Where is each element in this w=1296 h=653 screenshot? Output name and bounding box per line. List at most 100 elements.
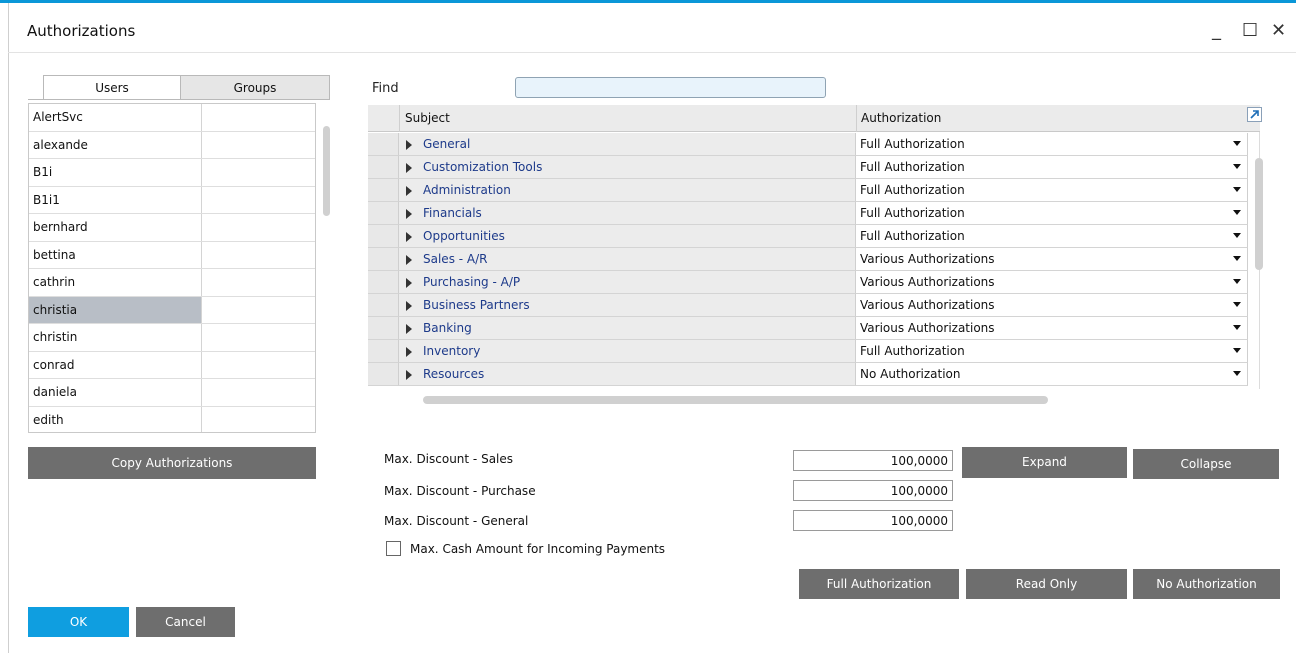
user-row[interactable]: cathrin (29, 269, 315, 297)
copy-authorizations-button[interactable]: Copy Authorizations (28, 447, 316, 479)
expand-arrow-icon[interactable] (406, 186, 412, 196)
authorization-dropdown[interactable]: Various Authorizations (856, 317, 1248, 340)
tab-users[interactable]: Users (43, 75, 181, 100)
dropdown-arrow-icon[interactable] (1233, 187, 1241, 192)
dropdown-arrow-icon[interactable] (1233, 371, 1241, 376)
find-input[interactable] (515, 77, 826, 98)
user-row[interactable]: christin (29, 324, 315, 352)
minimize-icon[interactable]: _ (1212, 22, 1221, 40)
expand-arrow-icon[interactable] (406, 324, 412, 334)
row-gutter[interactable] (368, 340, 399, 363)
expand-arrow-icon[interactable] (406, 278, 412, 288)
column-header-authorization[interactable]: Authorization (861, 111, 941, 125)
dropdown-arrow-icon[interactable] (1233, 325, 1241, 330)
maximize-icon[interactable]: ☐ (1242, 22, 1258, 40)
full-authorization-button[interactable]: Full Authorization (799, 569, 959, 599)
subject-cell[interactable]: Opportunities (399, 225, 856, 248)
user-row[interactable]: christia (29, 296, 315, 324)
no-authorization-button[interactable]: No Authorization (1133, 569, 1280, 599)
user-row[interactable]: bettina (29, 241, 315, 269)
user-row[interactable]: B1i (29, 159, 315, 187)
title-divider (8, 52, 1296, 53)
authorization-dropdown[interactable]: Various Authorizations (856, 294, 1248, 317)
row-gutter[interactable] (368, 317, 399, 340)
subject-cell[interactable]: Sales - A/R (399, 248, 856, 271)
user-row[interactable]: conrad (29, 351, 315, 379)
authorization-dropdown[interactable]: Various Authorizations (856, 271, 1248, 294)
expand-arrow-icon[interactable] (406, 209, 412, 219)
dropdown-arrow-icon[interactable] (1233, 348, 1241, 353)
subject-cell[interactable]: Administration (399, 179, 856, 202)
cash-amount-checkbox[interactable] (386, 541, 401, 556)
read-only-button[interactable]: Read Only (966, 569, 1127, 599)
user-row[interactable]: B1i1 (29, 186, 315, 214)
authorization-dropdown[interactable]: Various Authorizations (856, 248, 1248, 271)
expand-arrow-icon[interactable] (406, 370, 412, 380)
subject-cell[interactable]: Banking (399, 317, 856, 340)
grid-header-divider (399, 105, 400, 132)
authorization-dropdown[interactable]: Full Authorization (856, 202, 1248, 225)
max-discount-purchase-input[interactable]: 100,0000 (793, 480, 953, 501)
dropdown-arrow-icon[interactable] (1233, 210, 1241, 215)
collapse-button[interactable]: Collapse (1133, 449, 1279, 479)
dropdown-arrow-icon[interactable] (1233, 279, 1241, 284)
tab-groups[interactable]: Groups (180, 75, 330, 100)
row-gutter[interactable] (368, 133, 399, 156)
cash-amount-label: Max. Cash Amount for Incoming Payments (410, 542, 666, 556)
row-gutter[interactable] (368, 271, 399, 294)
ok-button[interactable]: OK (28, 607, 129, 637)
user-row[interactable]: bernhard (29, 214, 315, 242)
expand-button[interactable]: Expand (962, 447, 1127, 478)
dropdown-arrow-icon[interactable] (1233, 302, 1241, 307)
authorization-dropdown[interactable]: Full Authorization (856, 133, 1248, 156)
row-gutter[interactable] (368, 294, 399, 317)
tab-underline (28, 99, 330, 100)
cancel-button[interactable]: Cancel (136, 607, 235, 637)
row-gutter[interactable] (368, 248, 399, 271)
grid-horizontal-scrollbar[interactable] (423, 396, 1048, 404)
subject-cell[interactable]: Inventory (399, 340, 856, 363)
row-gutter[interactable] (368, 225, 399, 248)
expand-arrow-icon[interactable] (406, 140, 412, 150)
subject-cell[interactable]: Purchasing - A/P (399, 271, 856, 294)
user-name: conrad (29, 351, 202, 378)
user-row[interactable]: edith (29, 406, 315, 432)
user-row[interactable]: daniela (29, 379, 315, 407)
row-gutter[interactable] (368, 202, 399, 225)
authorization-dropdown[interactable]: Full Authorization (856, 179, 1248, 202)
max-discount-sales-input[interactable]: 100,0000 (793, 450, 953, 471)
dropdown-arrow-icon[interactable] (1233, 233, 1241, 238)
subject-cell[interactable]: Business Partners (399, 294, 856, 317)
expand-arrow-icon[interactable] (406, 255, 412, 265)
max-discount-general-input[interactable]: 100,0000 (793, 510, 953, 531)
subject-cell[interactable]: General (399, 133, 856, 156)
dropdown-arrow-icon[interactable] (1233, 141, 1241, 146)
expand-arrow-icon[interactable] (406, 347, 412, 357)
dropdown-arrow-icon[interactable] (1233, 164, 1241, 169)
user-list-scrollbar[interactable] (323, 126, 330, 216)
row-gutter[interactable] (368, 363, 399, 386)
grid-vertical-scrollbar[interactable] (1255, 158, 1263, 270)
authorization-dropdown[interactable]: Full Authorization (856, 156, 1248, 179)
expand-link-icon[interactable] (1247, 107, 1262, 122)
subject-label: Resources (423, 367, 485, 381)
expand-arrow-icon[interactable] (406, 163, 412, 173)
row-gutter[interactable] (368, 179, 399, 202)
authorization-dropdown[interactable]: Full Authorization (856, 225, 1248, 248)
subject-cell[interactable]: Resources (399, 363, 856, 386)
column-header-subject[interactable]: Subject (405, 111, 450, 125)
row-gutter[interactable] (368, 156, 399, 179)
user-row[interactable]: alexande (29, 131, 315, 159)
close-icon[interactable]: ✕ (1271, 22, 1286, 40)
authorization-dropdown[interactable]: Full Authorization (856, 340, 1248, 363)
authorization-value: Full Authorization (860, 160, 965, 174)
authorization-value: Various Authorizations (860, 252, 995, 266)
user-list[interactable]: AlertSvc alexande B1i B1i1 bernhard bettina ca… (28, 103, 316, 433)
expand-arrow-icon[interactable] (406, 301, 412, 311)
subject-cell[interactable]: Financials (399, 202, 856, 225)
subject-cell[interactable]: Customization Tools (399, 156, 856, 179)
authorization-dropdown[interactable]: No Authorization (856, 363, 1248, 386)
user-row[interactable]: AlertSvc (29, 104, 315, 132)
dropdown-arrow-icon[interactable] (1233, 256, 1241, 261)
expand-arrow-icon[interactable] (406, 232, 412, 242)
